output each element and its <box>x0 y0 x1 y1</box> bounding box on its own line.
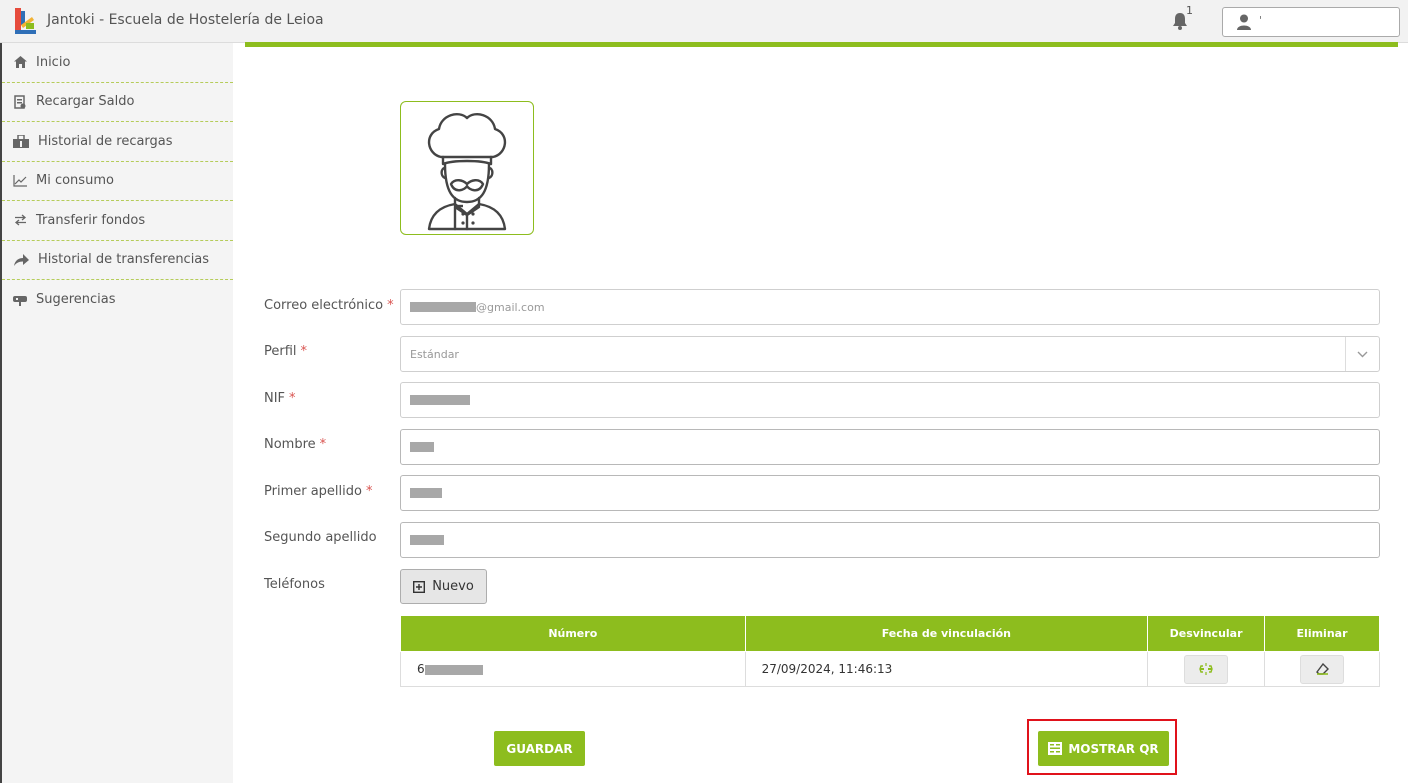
email-label: Correo electrónico * <box>264 298 394 313</box>
reload-card-icon <box>12 95 28 109</box>
col-desvincular: Desvincular <box>1147 615 1266 652</box>
unlink-button[interactable] <box>1184 654 1229 684</box>
sidebar-item-recargar-saldo[interactable]: Recargar Saldo <box>2 83 233 122</box>
redacted-text <box>424 664 483 675</box>
app-title: Jantoki - Escuela de Hostelería de Leioa <box>47 12 324 28</box>
unlink-cell <box>1147 651 1266 687</box>
chart-line-icon <box>12 174 28 188</box>
redacted-text <box>410 488 442 498</box>
sidebar: Inicio Recargar Saldo Historial de recar… <box>0 43 233 783</box>
add-phone-button[interactable]: Nuevo <box>400 569 487 604</box>
nombre-label: Nombre * <box>264 437 327 452</box>
nif-field[interactable] <box>400 382 1380 418</box>
nombre-field[interactable] <box>400 429 1380 465</box>
redacted-text <box>410 442 434 452</box>
sidebar-item-historial-transferencias[interactable]: Historial de transferencias <box>2 241 233 280</box>
transfer-icon <box>12 213 28 227</box>
home-icon <box>12 55 28 69</box>
qr-icon <box>1048 742 1063 755</box>
sidebar-item-label: Mi consumo <box>36 173 114 189</box>
save-button[interactable]: GUARDAR <box>494 731 585 766</box>
segundo-apellido-field[interactable] <box>400 522 1380 558</box>
sidebar-item-label: Recargar Saldo <box>36 94 135 110</box>
app-logo-icon[interactable] <box>12 7 38 35</box>
telefonos-label: Teléfonos <box>264 577 325 592</box>
history-bag-icon <box>12 134 30 148</box>
sidebar-item-label: Historial de recargas <box>38 133 173 149</box>
sidebar-item-historial-recargas[interactable]: Historial de recargas <box>2 122 233 162</box>
link-date-cell: 27/09/2024, 11:46:13 <box>744 651 1149 687</box>
plus-square-icon <box>413 580 426 593</box>
top-bar: Jantoki - Escuela de Hostelería de Leioa… <box>0 0 1408 43</box>
sidebar-item-label: Sugerencias <box>36 292 116 308</box>
user-name: ' <box>1259 14 1263 27</box>
user-menu-button[interactable]: ' <box>1222 7 1400 37</box>
primer-apellido-label: Primer apellido * <box>264 484 373 499</box>
redacted-text <box>410 535 444 545</box>
sidebar-item-label: Inicio <box>36 54 71 70</box>
table-row: 6 27/09/2024, 11:46:13 <box>400 651 1380 687</box>
mailbox-icon <box>12 293 28 307</box>
segundo-apellido-label: Segundo apellido <box>264 530 377 545</box>
user-icon <box>1237 14 1251 30</box>
sidebar-item-mi-consumo[interactable]: Mi consumo <box>2 162 233 201</box>
show-qr-button[interactable]: MOSTRAR QR <box>1038 731 1169 766</box>
sidebar-item-sugerencias[interactable]: Sugerencias <box>2 280 233 320</box>
sidebar-item-inicio[interactable]: Inicio <box>2 43 233 83</box>
chef-icon <box>427 113 507 231</box>
delete-cell <box>1264 651 1380 687</box>
table-header-row: Número Fecha de vinculación Desvincular … <box>400 615 1380 652</box>
unlink-icon <box>1199 663 1213 675</box>
redacted-text <box>410 302 476 312</box>
redacted-text <box>410 395 470 405</box>
phones-table: Número Fecha de vinculación Desvincular … <box>400 615 1380 687</box>
sidebar-item-label: Transferir fondos <box>36 212 146 228</box>
col-numero[interactable]: Número <box>400 615 746 652</box>
avatar[interactable] <box>400 101 534 235</box>
header-accent-line <box>245 42 1398 47</box>
perfil-label: Perfil * <box>264 344 308 359</box>
sidebar-item-transferir-fondos[interactable]: Transferir fondos <box>2 201 233 241</box>
col-fecha[interactable]: Fecha de vinculación <box>744 615 1149 652</box>
nif-label: NIF * <box>264 391 296 406</box>
col-eliminar: Eliminar <box>1264 615 1380 652</box>
phone-number-cell: 6 <box>400 651 746 687</box>
share-arrow-icon <box>12 253 30 267</box>
sidebar-item-label: Historial de transferencias <box>38 252 210 268</box>
chevron-down-icon[interactable] <box>1345 337 1379 371</box>
email-field[interactable]: @gmail.com <box>400 289 1380 325</box>
delete-button[interactable] <box>1300 654 1345 684</box>
primer-apellido-field[interactable] <box>400 475 1380 511</box>
notification-count: 1 <box>1186 4 1193 17</box>
eraser-icon <box>1315 663 1329 675</box>
perfil-select[interactable]: Estándar <box>400 336 1380 372</box>
